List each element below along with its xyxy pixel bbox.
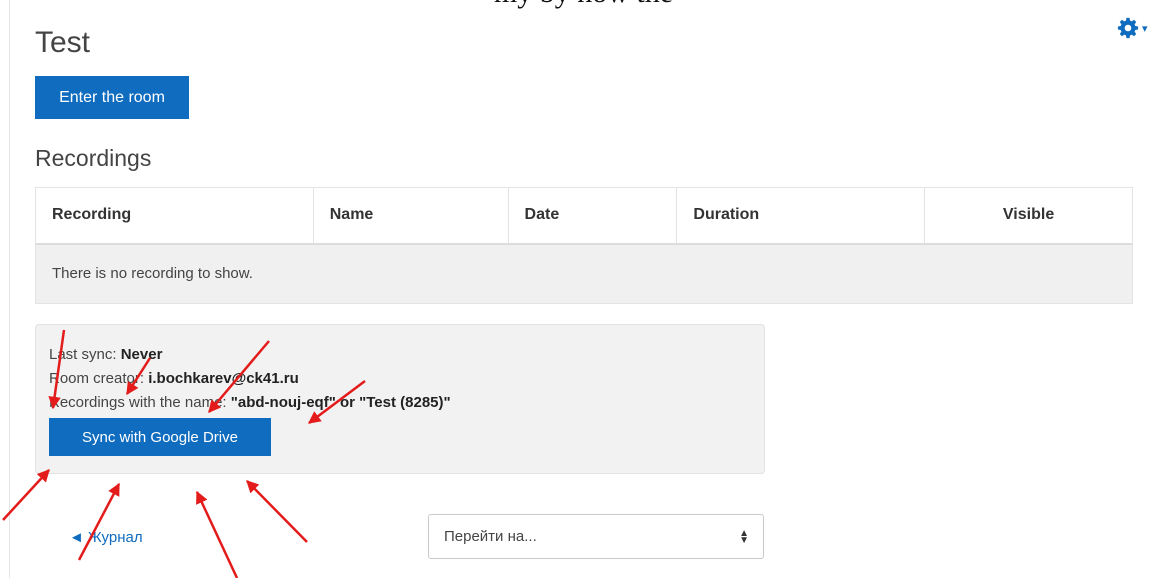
empty-table-message: There is no recording to show. xyxy=(35,243,1133,304)
recording-name-line: Recordings with the name: "abd-nouj-eqf"… xyxy=(49,391,764,415)
jump-to-select[interactable]: Перейти на... ▲ ▼ xyxy=(428,514,764,559)
sync-google-drive-button[interactable]: Sync with Google Drive xyxy=(49,418,271,456)
last-sync-label: Last sync: xyxy=(49,346,117,363)
recording-name-value: "abd-nouj-eqf" or "Test (8285)" xyxy=(230,394,451,411)
journal-link[interactable]: ◄ Журнал xyxy=(69,529,143,546)
page-title: Test xyxy=(35,26,91,59)
arrow-left-icon: ◄ xyxy=(69,529,84,546)
room-creator-value: i.bochkarev@ck41.ru xyxy=(148,370,299,387)
column-header-date[interactable]: Date xyxy=(507,187,678,245)
cropped-page-text: my by now the xyxy=(0,0,1167,10)
table-header-row: Recording Name Date Duration Visible xyxy=(35,187,1133,245)
column-header-name[interactable]: Name xyxy=(312,187,509,245)
last-sync-line: Last sync: Never xyxy=(49,343,764,367)
page-left-border xyxy=(9,0,10,578)
annotation-arrow xyxy=(77,482,121,561)
recording-name-label: Recordings with the name: xyxy=(49,394,227,411)
annotation-arrow xyxy=(195,490,239,578)
table-row: There is no recording to show. xyxy=(35,243,1133,304)
column-header-visible[interactable]: Visible xyxy=(924,187,1133,245)
chevron-down-icon: ▾ xyxy=(1142,22,1148,35)
enter-room-button[interactable]: Enter the room xyxy=(35,76,189,119)
sync-panel: Last sync: Never Room creator: i.bochkar… xyxy=(35,324,765,474)
recordings-table: Recording Name Date Duration Visible The… xyxy=(35,187,1133,304)
jump-to-value: Перейти на... xyxy=(444,528,537,545)
annotation-arrow xyxy=(246,480,308,543)
column-header-duration[interactable]: Duration xyxy=(676,187,926,245)
journal-link-label: Журнал xyxy=(87,529,143,546)
room-creator-line: Room creator: i.bochkarev@ck41.ru xyxy=(49,367,764,391)
sort-arrows-icon: ▲ ▼ xyxy=(739,527,749,546)
last-sync-value: Never xyxy=(120,346,163,363)
gear-icon xyxy=(1117,17,1139,39)
recordings-heading: Recordings xyxy=(35,145,152,171)
column-header-recording[interactable]: Recording xyxy=(35,187,314,245)
room-creator-label: Room creator: xyxy=(49,370,145,387)
settings-menu[interactable]: ▾ xyxy=(1117,17,1148,39)
